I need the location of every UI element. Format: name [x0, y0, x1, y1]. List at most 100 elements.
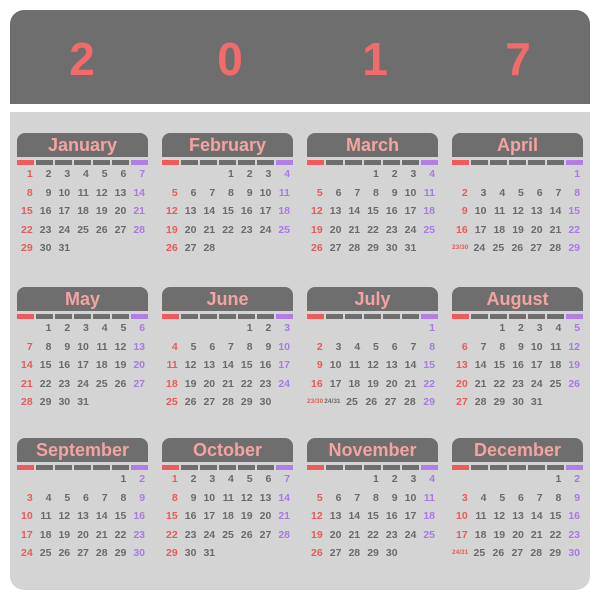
week-row: 19 20 21 22 23 24 25	[307, 526, 438, 545]
day-cell: 29	[114, 547, 127, 559]
day-cell: 30	[385, 547, 398, 559]
day-cell: 25	[492, 242, 505, 254]
day-cell: 7	[284, 473, 291, 485]
month-september: September 1 2 3 4 5 6 7 8 9 10 11 12 13 14 15 16 17 18 19 20…	[17, 438, 148, 563]
day-cell: 26	[184, 396, 197, 408]
day-cell: 13	[77, 510, 89, 522]
day-cell: 27	[530, 242, 543, 254]
day-cell: 18	[278, 205, 291, 217]
day-cell	[452, 165, 471, 184]
day-cell: 3	[410, 168, 417, 180]
day-cell: 16	[259, 359, 272, 371]
day-cell: 28	[21, 396, 33, 408]
month-title: November	[307, 438, 438, 462]
day-cell: 18	[423, 510, 436, 522]
day-cell: 17	[77, 359, 89, 371]
day-cell: 26	[58, 547, 71, 559]
day-cell: 10	[404, 491, 417, 504]
day-cell	[527, 165, 546, 184]
day-cell: 21	[348, 223, 361, 236]
day-cell	[129, 393, 148, 412]
month-february: February 1 2 3 4 5 6 7 8 9 10 11 12 13 14 15 16 17 18 19 20 2…	[162, 133, 293, 258]
day-cell: 9	[190, 491, 197, 504]
day-cell: 18	[549, 359, 562, 371]
day-cell: 27	[456, 396, 468, 408]
day-cell: 3	[480, 186, 487, 199]
day-cell: 31	[530, 396, 543, 408]
day-cell: 6	[190, 186, 197, 199]
day-cell: 4	[499, 186, 506, 199]
day-cell: 12	[512, 205, 524, 217]
day-cell: 19	[512, 223, 524, 236]
day-cell	[363, 319, 382, 338]
week-row: 7 8 9 10 11 12 13	[17, 338, 148, 357]
day-cell: 9	[461, 205, 468, 217]
week-row: 27 28 29 30 31	[452, 393, 583, 412]
day-cell: 20	[184, 223, 197, 236]
day-cell: 28	[278, 528, 291, 541]
day-cell: 27	[203, 396, 216, 408]
day-cell: 1	[26, 168, 33, 180]
day-cell: 4	[45, 491, 52, 504]
day-cell: 6	[209, 340, 216, 353]
day-cell: 7	[536, 491, 543, 504]
day-cell	[129, 239, 148, 258]
day-cell: 1	[45, 322, 52, 334]
day-cell	[419, 239, 438, 258]
day-cell: 3	[209, 473, 216, 485]
year-digit: 0	[217, 33, 243, 85]
day-cell: 16	[385, 205, 398, 217]
day-cell: 10	[278, 340, 291, 353]
day-cell	[181, 165, 200, 184]
day-cell: 8	[373, 491, 379, 504]
day-cell: 15	[549, 510, 562, 522]
day-cell	[218, 239, 237, 258]
day-cell: 2	[574, 473, 581, 485]
day-cell	[199, 165, 218, 184]
week-row: 1234	[307, 165, 438, 184]
day-cell: 12	[493, 510, 506, 522]
day-cell: 11	[494, 205, 506, 217]
day-cell: 5	[101, 168, 108, 180]
day-cell: 4	[354, 340, 361, 353]
day-cell: 6	[391, 340, 398, 353]
day-cell: 21	[222, 377, 234, 390]
day-cell: 29	[367, 242, 379, 254]
day-cell: 13	[456, 359, 468, 371]
day-cell: 5	[64, 491, 71, 504]
day-cell	[307, 470, 326, 489]
week-row: 19 20 21 22 23 24 25	[307, 221, 438, 240]
month-january: January 1 2 3 4 5 6 7 8 9 10 11 12 13 14 15 16 17 18 19 20 21…	[17, 133, 148, 258]
month-title: May	[17, 287, 148, 311]
day-cell: 21	[348, 528, 361, 541]
day-cell: 9	[518, 340, 524, 353]
day-cell: 1	[228, 168, 234, 180]
day-cell	[17, 470, 36, 489]
day-cell: 25	[39, 547, 52, 559]
day-cell: 10	[21, 510, 33, 522]
day-cell: 13	[259, 491, 272, 504]
day-cell: 6	[83, 491, 89, 504]
day-cell	[508, 165, 527, 184]
day-cell: 19	[58, 528, 71, 541]
day-cell	[36, 470, 55, 489]
week-row: 16 17 18 19 20 21 22	[452, 221, 583, 240]
day-cell: 12	[240, 491, 253, 504]
day-cell: 7	[26, 340, 33, 353]
day-cell	[307, 319, 326, 338]
day-cell: 12	[166, 205, 178, 217]
day-cell: 11	[423, 186, 436, 199]
day-cell: 7	[139, 168, 146, 180]
day-cell: 4	[480, 491, 487, 504]
day-cell	[452, 319, 471, 338]
day-cell: 16	[311, 377, 323, 390]
day-cell: 10	[203, 491, 216, 504]
day-cell: 9	[391, 186, 398, 199]
day-cell: 26	[492, 547, 505, 559]
day-cell: 14	[21, 359, 33, 371]
day-cell: 5	[190, 340, 197, 353]
day-cell: 18	[493, 223, 506, 236]
day-cell	[218, 544, 237, 563]
day-cell: 21	[474, 377, 487, 390]
day-cell	[326, 470, 345, 489]
